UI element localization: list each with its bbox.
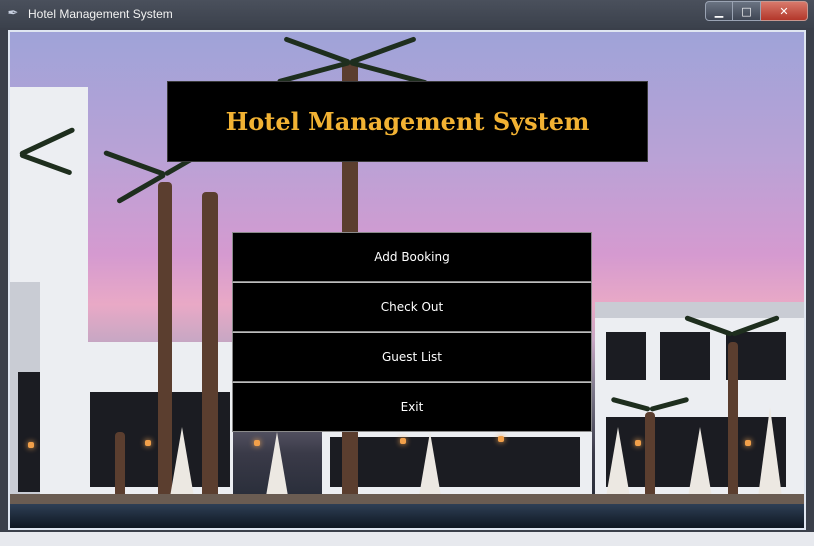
close-icon: ✕ [779, 5, 789, 18]
center-building-window [330, 437, 580, 487]
patio-umbrella [170, 427, 194, 497]
window-bottom-strip [0, 532, 814, 546]
palm-frond [349, 36, 417, 65]
left-building-window [18, 372, 40, 492]
lamp-light [145, 440, 151, 446]
maximize-icon: □ [741, 5, 752, 18]
patio-umbrella [418, 432, 442, 502]
page-title: Hotel Management System [225, 107, 590, 136]
maximize-button[interactable]: □ [733, 1, 761, 21]
lamp-light [498, 436, 504, 442]
check-out-button[interactable]: Check Out [232, 282, 592, 332]
patio-umbrella [758, 407, 782, 497]
exit-button[interactable]: Exit [232, 382, 592, 432]
palm-frond [103, 149, 166, 177]
right-building-shade [595, 302, 804, 318]
minimize-icon: ▁ [714, 5, 724, 18]
lamp-light [635, 440, 641, 446]
lamp-light [28, 442, 34, 448]
lamp-light [400, 438, 406, 444]
main-menu: Add Booking Check Out Guest List Exit [232, 232, 592, 432]
patio-umbrella [265, 432, 289, 502]
patio-umbrella [606, 427, 630, 497]
right-building-window [606, 332, 646, 380]
palm-trunk [645, 412, 655, 507]
right-building-window [660, 332, 710, 380]
palm-trunk [728, 342, 738, 507]
main-canvas: Hotel Management System Add Booking Chec… [8, 30, 806, 530]
title-bar[interactable]: ✒ Hotel Management System ▁ □ ✕ [0, 0, 814, 28]
minimize-button[interactable]: ▁ [705, 1, 733, 21]
header-banner: Hotel Management System [167, 81, 648, 162]
lamp-light [254, 440, 260, 446]
palm-frond [283, 36, 351, 65]
window-title: Hotel Management System [28, 7, 173, 21]
patio-umbrella [688, 427, 712, 497]
pool-water [10, 504, 804, 528]
feather-icon: ✒ [7, 6, 19, 21]
add-booking-button[interactable]: Add Booking [232, 232, 592, 282]
palm-trunk [202, 192, 218, 512]
close-button[interactable]: ✕ [761, 1, 808, 21]
app-window: ✒ Hotel Management System ▁ □ ✕ Hotel Ma… [0, 0, 814, 546]
lamp-light [745, 440, 751, 446]
guest-list-button[interactable]: Guest List [232, 332, 592, 382]
